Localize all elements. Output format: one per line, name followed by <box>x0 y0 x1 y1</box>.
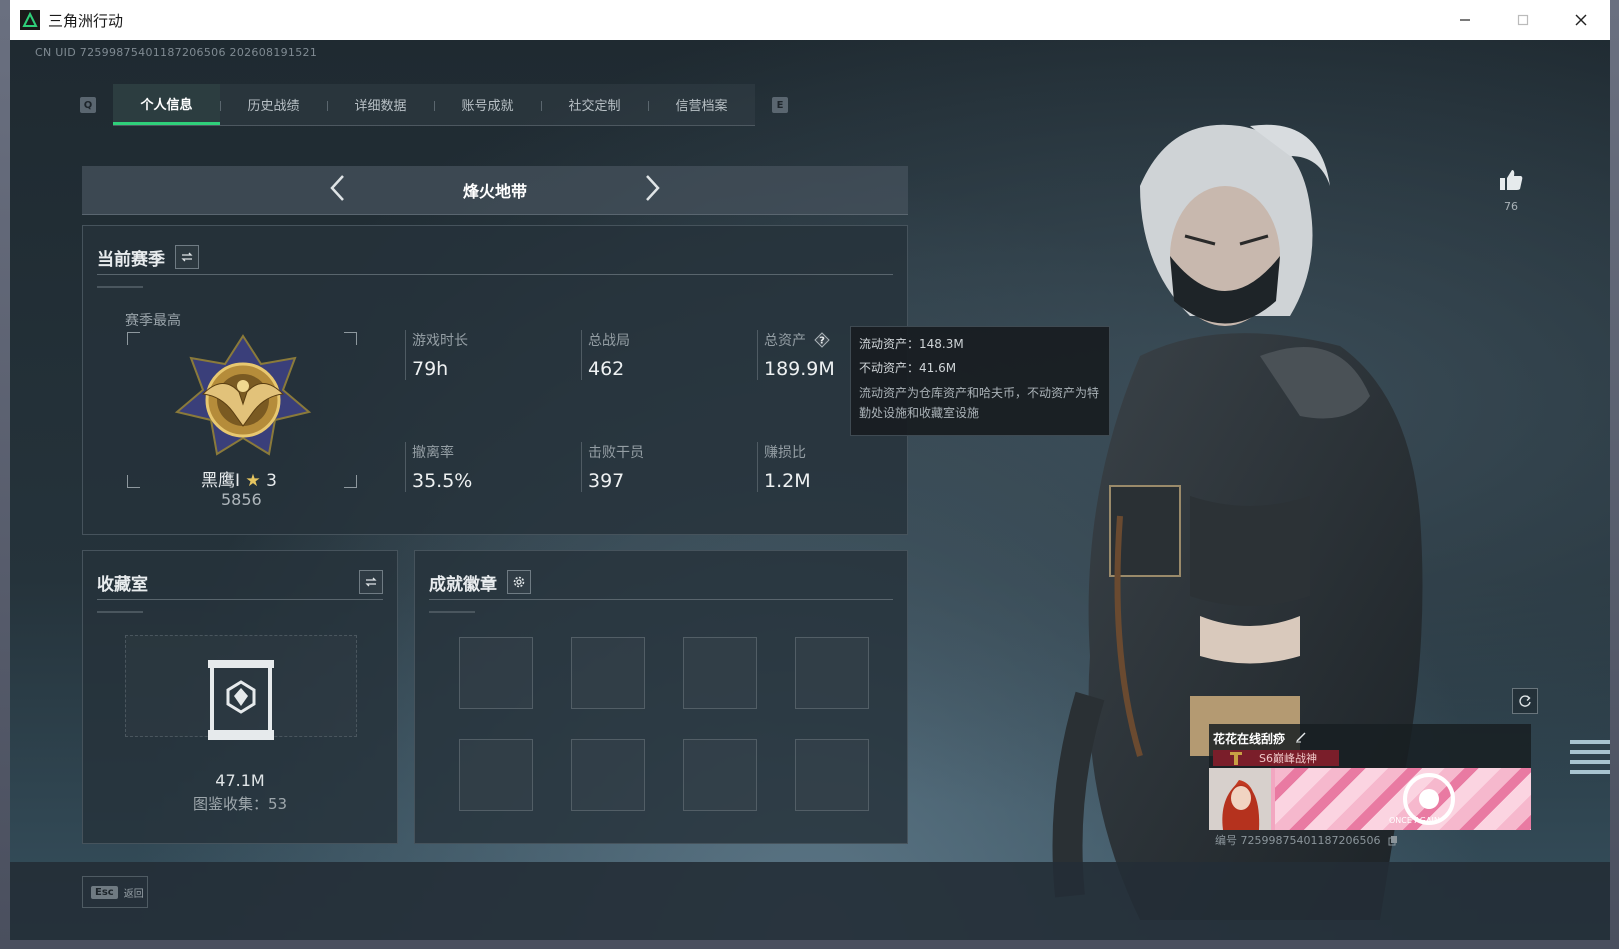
rank-name-row: 黑鹰I ★ 3 <box>201 466 277 491</box>
svg-text:?: ? <box>820 336 826 347</box>
stat-extraction-rate: 撤离率 35.5% <box>405 442 472 492</box>
collection-panel: 收藏室 47.1M 图鉴收集：53 <box>82 550 398 844</box>
collection-count: 图鉴收集：53 <box>192 795 288 813</box>
decorative-stripes <box>1570 740 1610 774</box>
achievement-slot[interactable] <box>795 637 869 709</box>
like-count: 76 <box>1504 200 1518 213</box>
mode-title: 烽火地带 <box>462 182 527 201</box>
season-switch-icon[interactable] <box>175 245 199 269</box>
achievements-panel: 成就徽章 <box>414 550 908 844</box>
game-screen: CN UID 7259987540118720650​6 20260819152… <box>10 40 1610 940</box>
tab-account-achievements[interactable]: 账号成就 <box>434 84 541 125</box>
display-case-icon <box>208 660 274 740</box>
stat-total-matches: 总战局 462 <box>581 330 630 380</box>
game-window: 三角洲行动 CN UID 7259987540118720650​6 20260… <box>10 0 1610 940</box>
thumbs-up-icon <box>1500 170 1523 190</box>
stat-profit-loss: 赚损比 1.2M <box>757 442 811 492</box>
rank-score: 5856 <box>221 490 262 509</box>
key-hint-next[interactable]: E <box>772 97 788 113</box>
achievement-slot[interactable] <box>459 637 533 709</box>
stat-operators-defeated: 击败干员 397 <box>581 442 644 492</box>
rank-badge-icon <box>1230 752 1242 765</box>
app-logo-icon <box>20 10 40 30</box>
tab-history[interactable]: 历史战绩 <box>220 84 327 125</box>
refresh-button[interactable] <box>1512 688 1538 714</box>
rank-star-icon: ★ <box>245 471 261 491</box>
tab-credit-archive[interactable]: 信营档案 <box>648 84 755 125</box>
tooltip-liquid-assets: 流动资产：148.3M <box>859 337 964 351</box>
back-label: 返回 <box>123 888 144 900</box>
collection-value: 47.1M <box>215 771 265 790</box>
tab-personal-info[interactable]: 个人信息 <box>113 84 220 125</box>
stat-total-assets: 总资产 ? 189.9M <box>757 330 835 380</box>
title-badge-text: S6巅峰战神 <box>1259 752 1317 765</box>
achievement-slot[interactable] <box>571 637 645 709</box>
tab-detailed-data[interactable]: 详细数据 <box>327 84 434 125</box>
tooltip-note: 流动资产为仓库资产和哈夫币，不动资产为特勤处设施和收藏室设施 <box>859 386 1100 420</box>
season-best-label: 赛季最高 <box>125 313 181 329</box>
rank-emblem-icon <box>174 334 312 456</box>
player-name-row: 花花在线刮痧 <box>1213 730 1307 747</box>
close-button[interactable] <box>1552 0 1610 40</box>
rank-name: 黑鹰I <box>201 471 241 491</box>
like-button[interactable]: 76 <box>1496 168 1526 213</box>
season-title: 当前赛季 <box>97 249 165 270</box>
achievement-slot[interactable] <box>795 739 869 811</box>
tab-bar: Q 个人信息 历史战绩 详细数据 账号成就 社交定制 信营档案 E <box>80 84 788 126</box>
collection-card[interactable] <box>125 635 357 740</box>
window-title: 三角洲行动 <box>48 11 124 30</box>
copy-icon[interactable] <box>1388 835 1398 849</box>
tooltip-fixed-assets: 不动资产：41.6M <box>859 361 957 375</box>
tab-social-customization[interactable]: 社交定制 <box>541 84 648 125</box>
uid-text: CN UID 7259987540118720650​6 20260819152… <box>35 46 318 59</box>
achievement-slot[interactable] <box>571 739 645 811</box>
banner-text: ONCE AGAIN <box>1389 816 1440 825</box>
namecard-banner: ONCE AGAIN <box>1209 768 1531 830</box>
achievements-title: 成就徽章 <box>429 574 497 595</box>
edit-icon[interactable] <box>1295 731 1307 746</box>
assets-tooltip: 流动资产：148.3M 不动资产：41.6M 流动资产为仓库资产和哈夫币，不动资… <box>850 326 1110 436</box>
bottom-bar <box>10 862 1610 940</box>
mode-selector: 烽火地带 <box>82 166 908 215</box>
collection-switch-icon[interactable] <box>359 570 383 594</box>
title-bar: 三角洲行动 <box>10 0 1610 41</box>
avatar <box>1209 768 1271 830</box>
player-id-row: 编号 7259987540118720650​6 <box>1215 832 1398 849</box>
mode-prev-icon[interactable] <box>328 173 348 207</box>
refresh-icon <box>1519 695 1531 707</box>
help-icon[interactable]: ? <box>814 332 831 348</box>
achievement-slot[interactable] <box>683 739 757 811</box>
esc-key-hint: Esc <box>91 885 118 899</box>
achievements-settings-icon[interactable] <box>507 570 531 594</box>
season-panel: 当前赛季 赛季最高 黑鹰I ★ 3 5856 游戏时长 79h 总战局 462 … <box>82 225 908 535</box>
maximize-button[interactable] <box>1494 0 1552 40</box>
player-name: 花花在线刮痧 <box>1213 732 1286 746</box>
rank-box <box>127 332 357 488</box>
title-badge: S6巅峰战神 <box>1213 750 1339 766</box>
player-id: 编号 7259987540118720650​6 <box>1215 834 1381 847</box>
minimize-button[interactable] <box>1436 0 1494 40</box>
stat-playtime: 游戏时长 79h <box>405 330 468 380</box>
key-hint-prev[interactable]: Q <box>80 97 96 113</box>
rank-stars: 3 <box>266 471 277 491</box>
back-button[interactable]: Esc 返回 <box>82 876 148 908</box>
achievement-slot[interactable] <box>459 739 533 811</box>
mode-next-icon[interactable] <box>642 173 662 207</box>
player-namecard[interactable]: 花花在线刮痧 S6巅峰战神 ONCE AGAIN 编号 725998754011… <box>1209 724 1531 848</box>
achievement-slot[interactable] <box>683 637 757 709</box>
collection-title: 收藏室 <box>97 574 148 595</box>
